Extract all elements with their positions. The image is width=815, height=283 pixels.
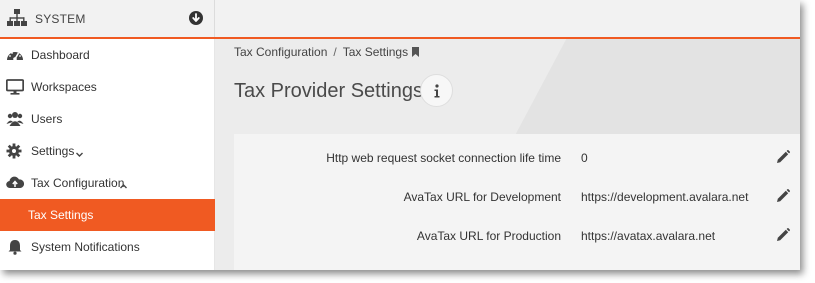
sidebar-item-tax-configuration[interactable]: Tax Configuration: [0, 167, 215, 199]
sitemap-icon: [7, 9, 27, 27]
system-label: SYSTEM: [35, 12, 86, 26]
breadcrumb-current: Tax Settings: [342, 45, 409, 59]
page-title: Tax Provider Settings: [234, 80, 423, 102]
sidebar-item-label: Tax Settings: [28, 208, 94, 222]
sidebar-item-workspaces[interactable]: Workspaces: [0, 71, 215, 103]
sidebar-item-system-notifications[interactable]: System Notifications: [0, 231, 215, 263]
settings-panel: Http web request socket connection life …: [234, 134, 800, 270]
breadcrumb-tax-configuration[interactable]: Tax Configuration: [234, 45, 327, 59]
app-window: SYSTEM Dashboard Workspaces Users Settin…: [0, 0, 800, 270]
setting-value: 0: [581, 151, 588, 165]
users-icon: [6, 111, 24, 127]
pencil-icon[interactable]: [776, 189, 790, 203]
setting-label: Http web request socket connection life …: [326, 151, 561, 165]
sidebar: Dashboard Workspaces Users Settings Tax …: [0, 39, 215, 270]
gear-icon: [6, 143, 24, 159]
setting-label: AvaTax URL for Production: [416, 229, 561, 243]
info-icon: [434, 84, 440, 98]
sidebar-item-tax-settings[interactable]: Tax Settings: [0, 199, 215, 231]
sidebar-item-dashboard[interactable]: Dashboard: [0, 39, 215, 71]
info-button[interactable]: [420, 74, 453, 107]
top-bar: SYSTEM: [0, 0, 800, 39]
sidebar-item-label: Dashboard: [31, 48, 90, 62]
pencil-icon[interactable]: [776, 150, 790, 164]
dashboard-icon: [6, 47, 24, 63]
system-switcher[interactable]: SYSTEM: [0, 0, 215, 37]
cloud-upload-icon: [6, 175, 25, 191]
sidebar-item-label: Users: [31, 112, 63, 126]
breadcrumb-separator: /: [333, 45, 337, 59]
sidebar-item-label: Settings: [31, 144, 75, 158]
sidebar-item-users[interactable]: Users: [0, 103, 215, 135]
monitor-icon: [5, 79, 25, 95]
chevron-down-icon: [75, 146, 84, 157]
setting-value: https://development.avalara.net: [581, 190, 749, 204]
setting-label: AvaTax URL for Development: [403, 190, 561, 204]
arrow-down-circle-icon[interactable]: [189, 11, 203, 25]
setting-row-production-url: AvaTax URL for Production https://avatax…: [234, 222, 800, 252]
sidebar-item-label: System Notifications: [31, 240, 140, 254]
sidebar-item-label: Tax Configuration: [31, 176, 125, 190]
bell-icon: [6, 239, 24, 255]
setting-row-socket-lifetime: Http web request socket connection life …: [234, 144, 800, 174]
setting-value: https://avatax.avalara.net: [581, 229, 716, 243]
chevron-up-icon: [119, 178, 128, 189]
sidebar-item-settings[interactable]: Settings: [0, 135, 215, 167]
sidebar-item-label: Workspaces: [31, 80, 97, 94]
breadcrumb: Tax Configuration / Tax Settings: [234, 45, 420, 59]
setting-row-development-url: AvaTax URL for Development https://devel…: [234, 183, 800, 213]
pencil-icon[interactable]: [776, 228, 790, 242]
bookmark-icon[interactable]: [411, 46, 420, 57]
main-content: Tax Configuration / Tax Settings Tax Provi…: [215, 39, 800, 270]
